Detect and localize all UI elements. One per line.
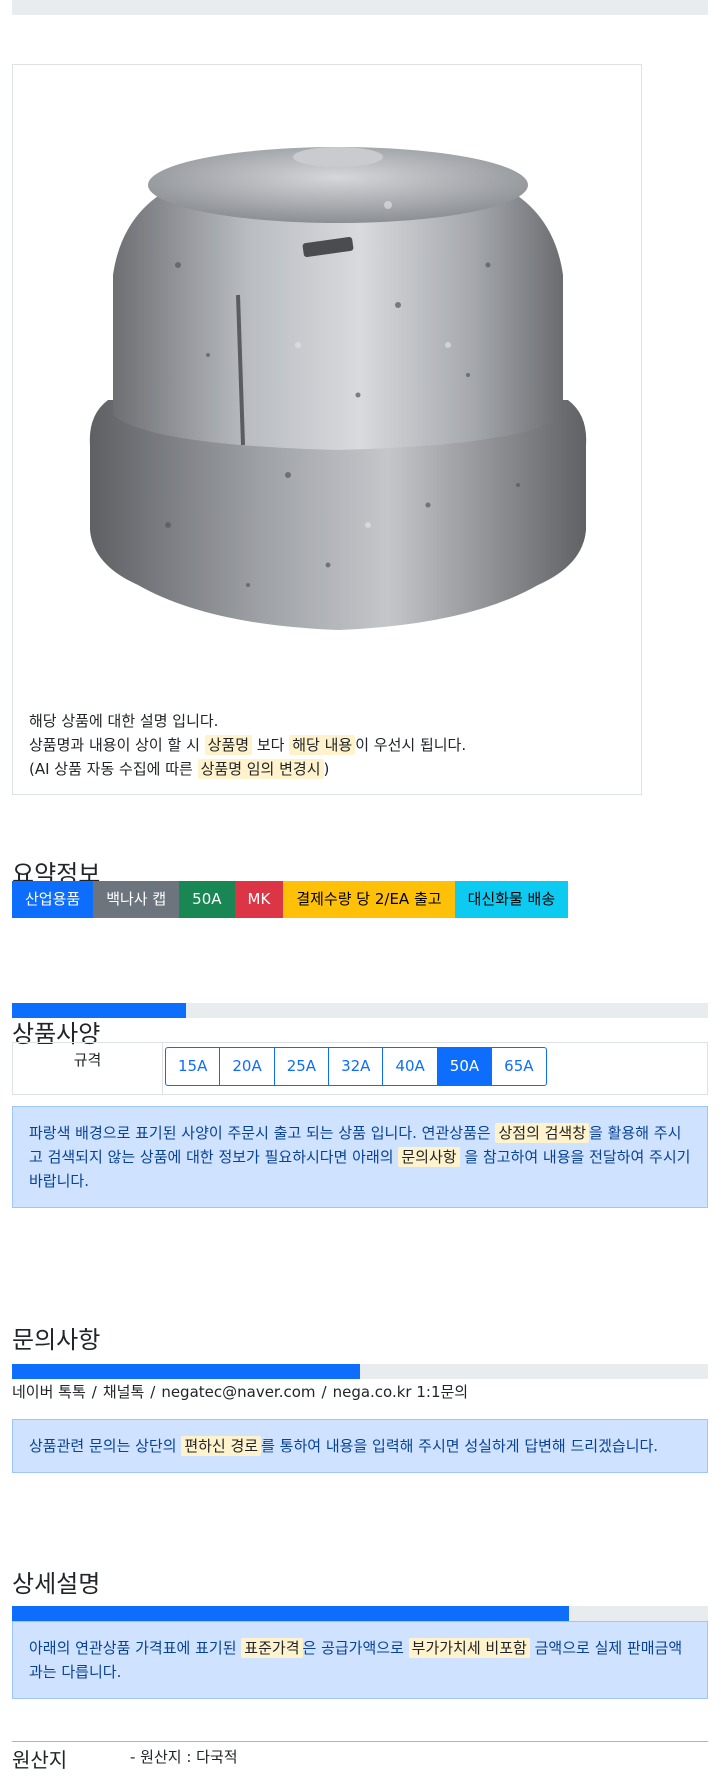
summary-tags: 산업용품 백나사 캡 50A MK 결제수량 당 2/EA 출고 대신화물 배송 [12,881,569,918]
contact-link[interactable]: 채널톡 [103,1383,144,1401]
spec-option-32a[interactable]: 32A [328,1047,384,1086]
product-image [89,147,587,630]
contact-links: 네이버 톡톡 / 채널톡 / negatec@naver.com / nega.co.kr … [12,1381,468,1402]
summary-tag: MK [234,881,284,918]
spec-option-15a[interactable]: 15A [165,1047,221,1086]
contact-separator: / [321,1383,327,1401]
inquiry-notice: 상품관련 문의는 상단의 편하신 경로 를 통하여 내용을 입력해 주시면 성실하… [12,1419,708,1473]
origin-row: 원산지 - 원산지 : 다국적 [12,1741,708,1782]
inquiry-title: 문의사항 [12,1326,101,1354]
contact-separator: / [91,1383,97,1401]
product-description: 해당 상품에 대한 설명 입니다. 상품명과 내용이 상이 할 시 상품명 보다… [29,709,466,781]
spec-option-20a[interactable]: 20A [219,1047,275,1086]
contact-link[interactable]: negatec@naver.com [161,1383,315,1401]
origin-text: - 원산지 : 다국적 [130,1748,238,1766]
origin-title: 원산지 [12,1748,68,1772]
spec-label: 규격 [13,1043,163,1094]
highlight: 문의사항 [398,1147,460,1167]
spec-option-40a[interactable]: 40A [382,1047,438,1086]
top-progress-bar [12,0,708,15]
highlight: 부가가치세 비포함 [408,1638,530,1658]
detail-progress-fill [12,1606,569,1621]
summary-tag: 대신화물 배송 [454,881,569,918]
detail-title: 상세설명 [12,1570,101,1598]
product-card: 해당 상품에 대한 설명 입니다. 상품명과 내용이 상이 할 시 상품명 보다… [12,64,642,795]
summary-tag: 산업용품 [12,881,94,918]
spec-notice: 파랑색 배경으로 표기된 사양이 주문시 출고 되는 상품 입니다. 연관상품은… [12,1106,708,1208]
highlight: 상점의 검색창 [495,1123,590,1143]
spec-progress-bar [12,1003,708,1018]
spec-table: 규격 15A 20A 25A 32A 40A 50A 65A [12,1042,708,1095]
highlight: 상품명 임의 변경시 [197,759,324,779]
contact-separator: / [150,1383,156,1401]
spec-option-50a[interactable]: 50A [436,1047,493,1086]
highlight: 해당 내용 [289,735,356,755]
description-line: 해당 상품에 대한 설명 입니다. [29,712,219,730]
spec-options: 15A 20A 25A 32A 40A 50A 65A [165,1047,547,1086]
inquiry-progress-fill [12,1364,360,1379]
summary-tag: 결제수량 당 2/EA 출고 [283,881,455,918]
inquiry-progress-bar [12,1364,708,1379]
highlight: 상품명 [204,735,253,755]
summary-tag: 백나사 캡 [93,881,180,918]
spec-option-25a[interactable]: 25A [273,1047,330,1086]
contact-link[interactable]: 네이버 톡톡 [12,1383,86,1401]
contact-link[interactable]: nega.co.kr 1:1문의 [333,1383,469,1401]
detail-notice: 아래의 연관상품 가격표에 표기된 표준가격 은 공급가액으로 부가가치세 비포함… [12,1621,708,1699]
highlight: 표준가격 [241,1638,303,1658]
spec-option-65a[interactable]: 65A [491,1047,547,1086]
detail-progress-bar [12,1606,708,1621]
highlight: 편하신 경로 [181,1436,262,1456]
description-line: 상품명과 내용이 상이 할 시 상품명 보다 해당 내용 이 우선시 됩니다. [29,735,467,755]
summary-tag: 50A [179,881,235,918]
description-line: (AI 상품 자동 수집에 따른 상품명 임의 변경시) [29,759,330,779]
